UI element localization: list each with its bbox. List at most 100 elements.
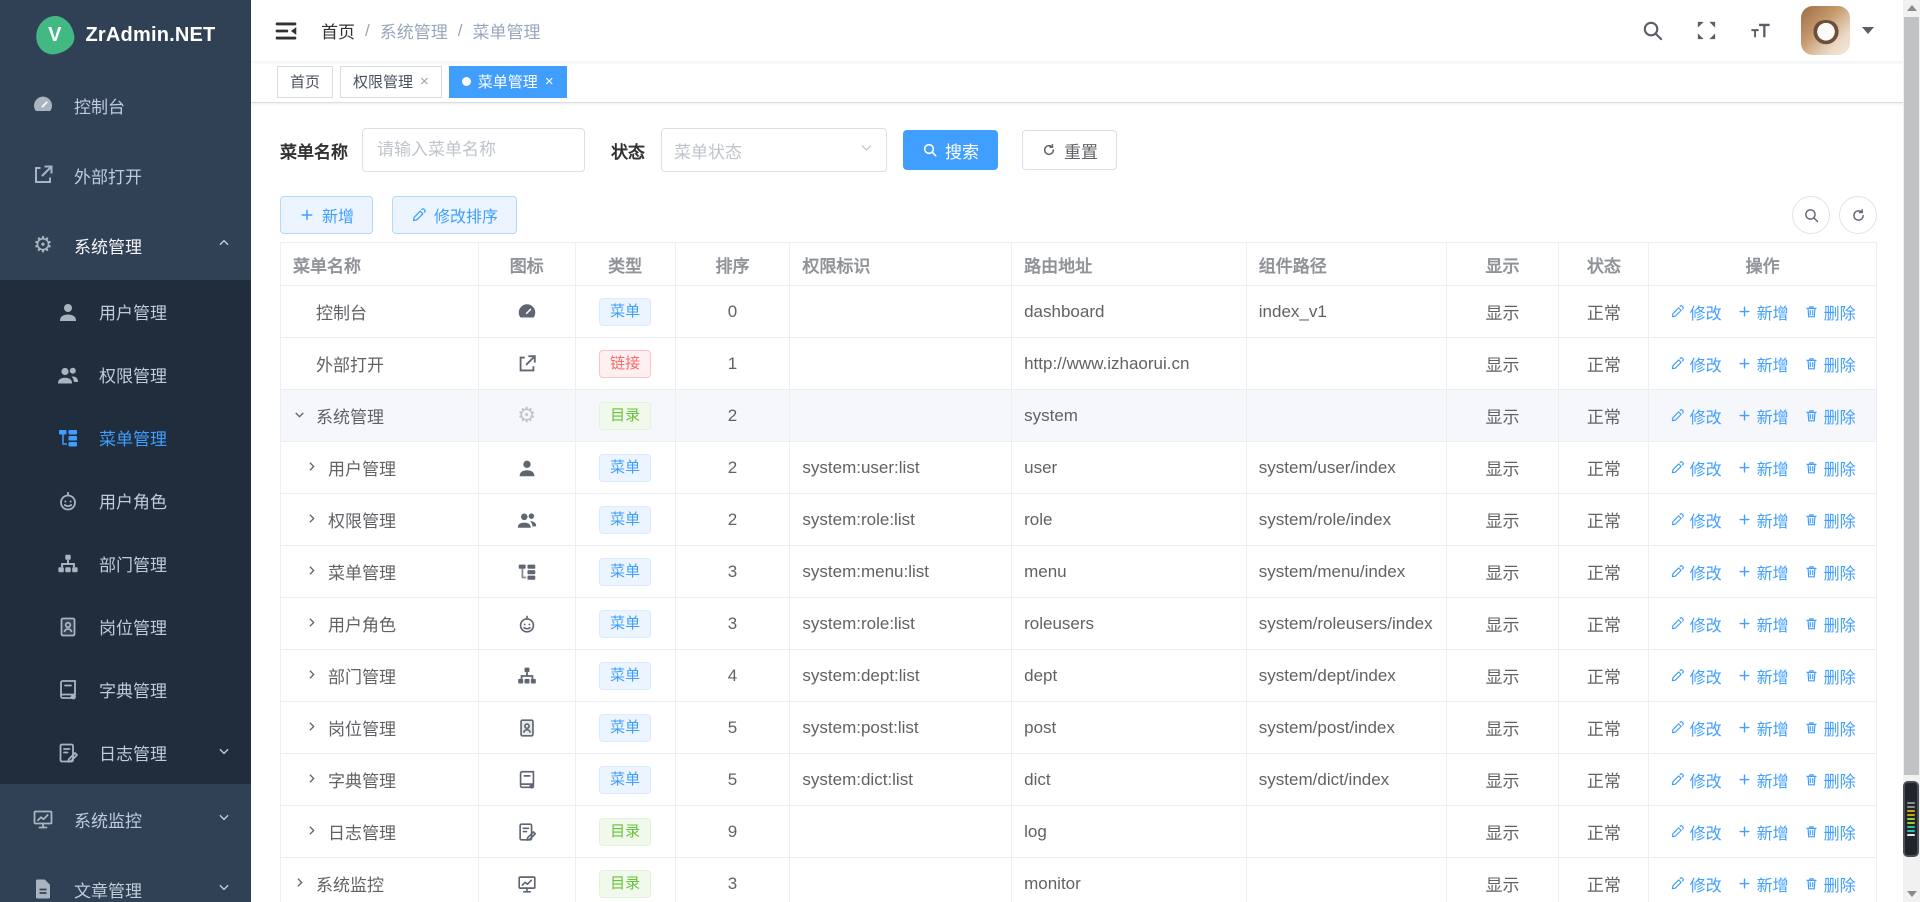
cell-visible: 显示 (1447, 702, 1560, 753)
expand-closed-icon[interactable] (293, 876, 309, 892)
delete-row-button[interactable]: 删除 (1804, 456, 1856, 480)
delete-row-button[interactable]: 删除 (1804, 612, 1856, 636)
sidebar-menu: 控制台外部打开⚙系统管理用户管理权限管理菜单管理用户角色部门管理岗位管理字典管理… (0, 70, 251, 902)
plus-row-button[interactable]: 新增 (1737, 872, 1789, 896)
plus-row-button[interactable]: 新增 (1737, 768, 1789, 792)
delete-row-button[interactable]: 删除 (1804, 560, 1856, 584)
edit-row-button[interactable]: 修改 (1670, 716, 1722, 740)
table-row[interactable]: 控制台菜单0dashboardindex_v1显示正常修改新增删除 (281, 286, 1876, 338)
delete-row-button[interactable]: 删除 (1804, 716, 1856, 740)
add-button[interactable]: 新增 (280, 196, 373, 234)
sidebar-item-menu-tree[interactable]: 菜单管理 (0, 406, 251, 469)
plus-row-button[interactable]: 新增 (1737, 300, 1789, 324)
expand-closed-icon[interactable] (305, 824, 321, 840)
sidebar-item-monitor[interactable]: 系统监控 (0, 784, 251, 854)
edit-row-button[interactable]: 修改 (1670, 560, 1722, 584)
tag-tab-菜单管理[interactable]: 菜单管理× (449, 66, 567, 98)
plus-row-button[interactable]: 新增 (1737, 716, 1789, 740)
sidebar-item-dashboard[interactable]: 控制台 (0, 70, 251, 140)
table-row[interactable]: 系统管理⚙目录2system显示正常修改新增删除 (281, 390, 1876, 442)
delete-row-button[interactable]: 删除 (1804, 820, 1856, 844)
user-menu[interactable] (1801, 6, 1874, 55)
sidebar-item-log[interactable]: 日志管理 (0, 721, 251, 784)
delete-row-button[interactable]: 删除 (1804, 404, 1856, 428)
plus-row-button[interactable]: 新增 (1737, 664, 1789, 688)
plus-row-button[interactable]: 新增 (1737, 820, 1789, 844)
table-row[interactable]: 岗位管理菜单5system:post:listpostsystem/post/i… (281, 702, 1876, 754)
scrollbar-thumb[interactable] (1904, 17, 1919, 775)
edit-row-button[interactable]: 修改 (1670, 456, 1722, 480)
table-row[interactable]: 字典管理菜单5system:dict:listdictsystem/dict/i… (281, 754, 1876, 806)
delete-row-button[interactable]: 删除 (1804, 300, 1856, 324)
scrollbar-up-arrow[interactable] (1903, 0, 1920, 16)
plus-row-button[interactable]: 新增 (1737, 456, 1789, 480)
tag-tab-首页[interactable]: 首页 (277, 66, 333, 98)
expand-closed-icon[interactable] (305, 460, 321, 476)
expand-closed-icon[interactable] (305, 564, 321, 580)
sidebar-item-dictionary[interactable]: 字典管理 (0, 658, 251, 721)
expand-open-icon[interactable] (293, 408, 309, 424)
table-row[interactable]: 部门管理菜单4system:dept:listdeptsystem/dept/i… (281, 650, 1876, 702)
table-row[interactable]: 权限管理菜单2system:role:listrolesystem/role/i… (281, 494, 1876, 546)
plus-row-button[interactable]: 新增 (1737, 612, 1789, 636)
table-row[interactable]: 日志管理目录9log显示正常修改新增删除 (281, 806, 1876, 858)
search-button[interactable]: 搜索 (903, 130, 998, 170)
sidebar-item-badge[interactable]: 岗位管理 (0, 595, 251, 658)
edit-sort-button[interactable]: 修改排序 (392, 196, 517, 234)
edit-row-button[interactable]: 修改 (1670, 612, 1722, 636)
delete-row-button[interactable]: 删除 (1804, 768, 1856, 792)
scrollbar-down-arrow[interactable] (1903, 886, 1920, 902)
reset-button[interactable]: 重置 (1022, 130, 1117, 170)
expand-closed-icon[interactable] (305, 720, 321, 736)
edit-row-button[interactable]: 修改 (1670, 664, 1722, 688)
tab-close-icon[interactable]: × (420, 74, 429, 89)
cell-icon (479, 858, 576, 902)
breadcrumb-item[interactable]: 首页 (321, 18, 355, 43)
expand-closed-icon[interactable] (305, 512, 321, 528)
edit-row-button[interactable]: 修改 (1670, 300, 1722, 324)
menu-name-input[interactable] (362, 128, 585, 172)
delete-row-button[interactable]: 删除 (1804, 872, 1856, 896)
tab-close-icon[interactable]: × (545, 74, 554, 89)
edit-row-button[interactable]: 修改 (1670, 508, 1722, 532)
sidebar-item-users[interactable]: 权限管理 (0, 343, 251, 406)
font-size-icon[interactable] (1747, 18, 1773, 44)
app-logo[interactable]: V ZrAdmin.NET (0, 0, 251, 70)
sidebar-item-user[interactable]: 用户管理 (0, 280, 251, 343)
table-row[interactable]: 外部打开链接1http://www.izhaorui.cn显示正常修改新增删除 (281, 338, 1876, 390)
edit-row-button[interactable]: 修改 (1670, 404, 1722, 428)
delete-row-button[interactable]: 删除 (1804, 664, 1856, 688)
status-select[interactable]: 菜单状态 (661, 128, 887, 172)
search-icon[interactable] (1639, 18, 1665, 44)
table-row[interactable]: 菜单管理菜单3system:menu:listmenusystem/menu/i… (281, 546, 1876, 598)
edit-row-button[interactable]: 修改 (1670, 872, 1722, 896)
sidebar-item-article[interactable]: 文章管理 (0, 854, 251, 902)
fullscreen-icon[interactable] (1693, 18, 1719, 44)
expand-closed-icon[interactable] (305, 772, 321, 788)
edit-row-button[interactable]: 修改 (1670, 820, 1722, 844)
toggle-search-button[interactable] (1792, 196, 1830, 234)
sidebar-collapse-icon[interactable] (273, 18, 299, 44)
plus-row-button[interactable]: 新增 (1737, 404, 1789, 428)
avatar[interactable] (1801, 6, 1850, 55)
plus-row-button[interactable]: 新增 (1737, 508, 1789, 532)
edit-row-button[interactable]: 修改 (1670, 768, 1722, 792)
table-row[interactable]: 用户管理菜单2system:user:listusersystem/user/i… (281, 442, 1876, 494)
delete-row-button[interactable]: 删除 (1804, 508, 1856, 532)
page-scrollbar[interactable] (1903, 0, 1920, 902)
sidebar-item-robot[interactable]: 用户角色 (0, 469, 251, 532)
delete-row-button[interactable]: 删除 (1804, 352, 1856, 376)
menu-tree-icon (55, 425, 81, 451)
plus-row-button[interactable]: 新增 (1737, 352, 1789, 376)
tag-tab-权限管理[interactable]: 权限管理× (340, 66, 442, 98)
refresh-table-button[interactable] (1839, 196, 1877, 234)
expand-closed-icon[interactable] (305, 616, 321, 632)
sidebar-item-gear[interactable]: ⚙系统管理 (0, 210, 251, 280)
table-row[interactable]: 用户角色菜单3system:role:listroleuserssystem/r… (281, 598, 1876, 650)
table-row[interactable]: 系统监控目录3monitor显示正常修改新增删除 (281, 858, 1876, 902)
sidebar-item-external-link[interactable]: 外部打开 (0, 140, 251, 210)
plus-row-button[interactable]: 新增 (1737, 560, 1789, 584)
sidebar-item-sitemap[interactable]: 部门管理 (0, 532, 251, 595)
edit-row-button[interactable]: 修改 (1670, 352, 1722, 376)
expand-closed-icon[interactable] (305, 668, 321, 684)
